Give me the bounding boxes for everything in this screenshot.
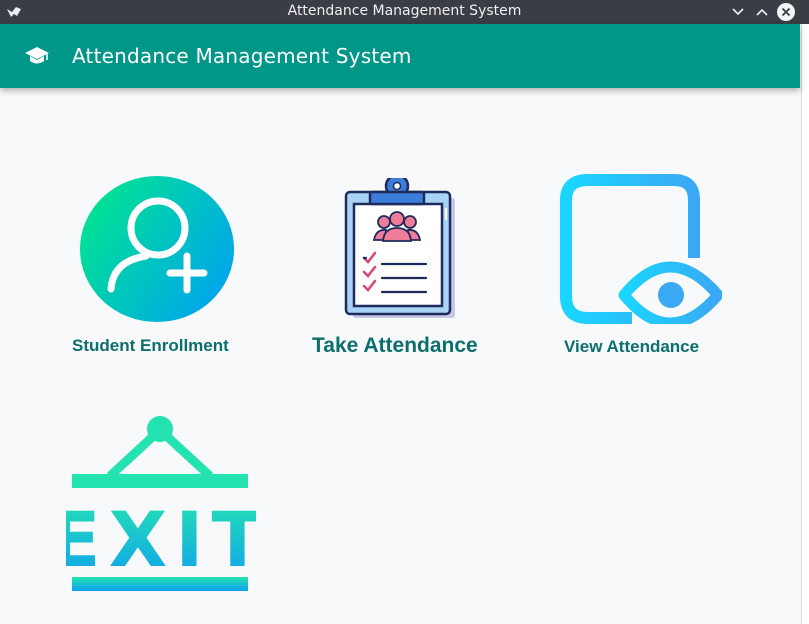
view-attendance-button[interactable]: View Attendance [545, 170, 745, 365]
minimize-icon[interactable] [728, 2, 748, 22]
exit-button[interactable]: EXIT [66, 410, 256, 600]
student-enrollment-button[interactable]: Student Enrollment [60, 170, 260, 365]
exit-sign-icon: EXIT [66, 416, 256, 591]
take-attendance-label: Take Attendance [312, 334, 478, 357]
school-icon [25, 47, 49, 64]
student-enrollment-label: Student Enrollment [72, 336, 229, 355]
exit-sign-text: EXIT [66, 495, 256, 584]
clipboard-checklist-icon [344, 178, 455, 318]
add-user-icon [80, 176, 234, 322]
page-title: Attendance Management System [72, 44, 412, 68]
document-eye-icon [560, 174, 722, 324]
view-attendance-label: View Attendance [564, 337, 700, 356]
window-border [801, 24, 809, 624]
take-attendance-button[interactable]: Take Attendance [300, 170, 500, 365]
window-title: Attendance Management System [287, 3, 522, 19]
maximize-icon[interactable] [752, 2, 772, 22]
app-header: Attendance Management System [0, 24, 800, 88]
window-title-bar: Attendance Management System [0, 0, 809, 24]
close-icon[interactable] [776, 2, 796, 22]
